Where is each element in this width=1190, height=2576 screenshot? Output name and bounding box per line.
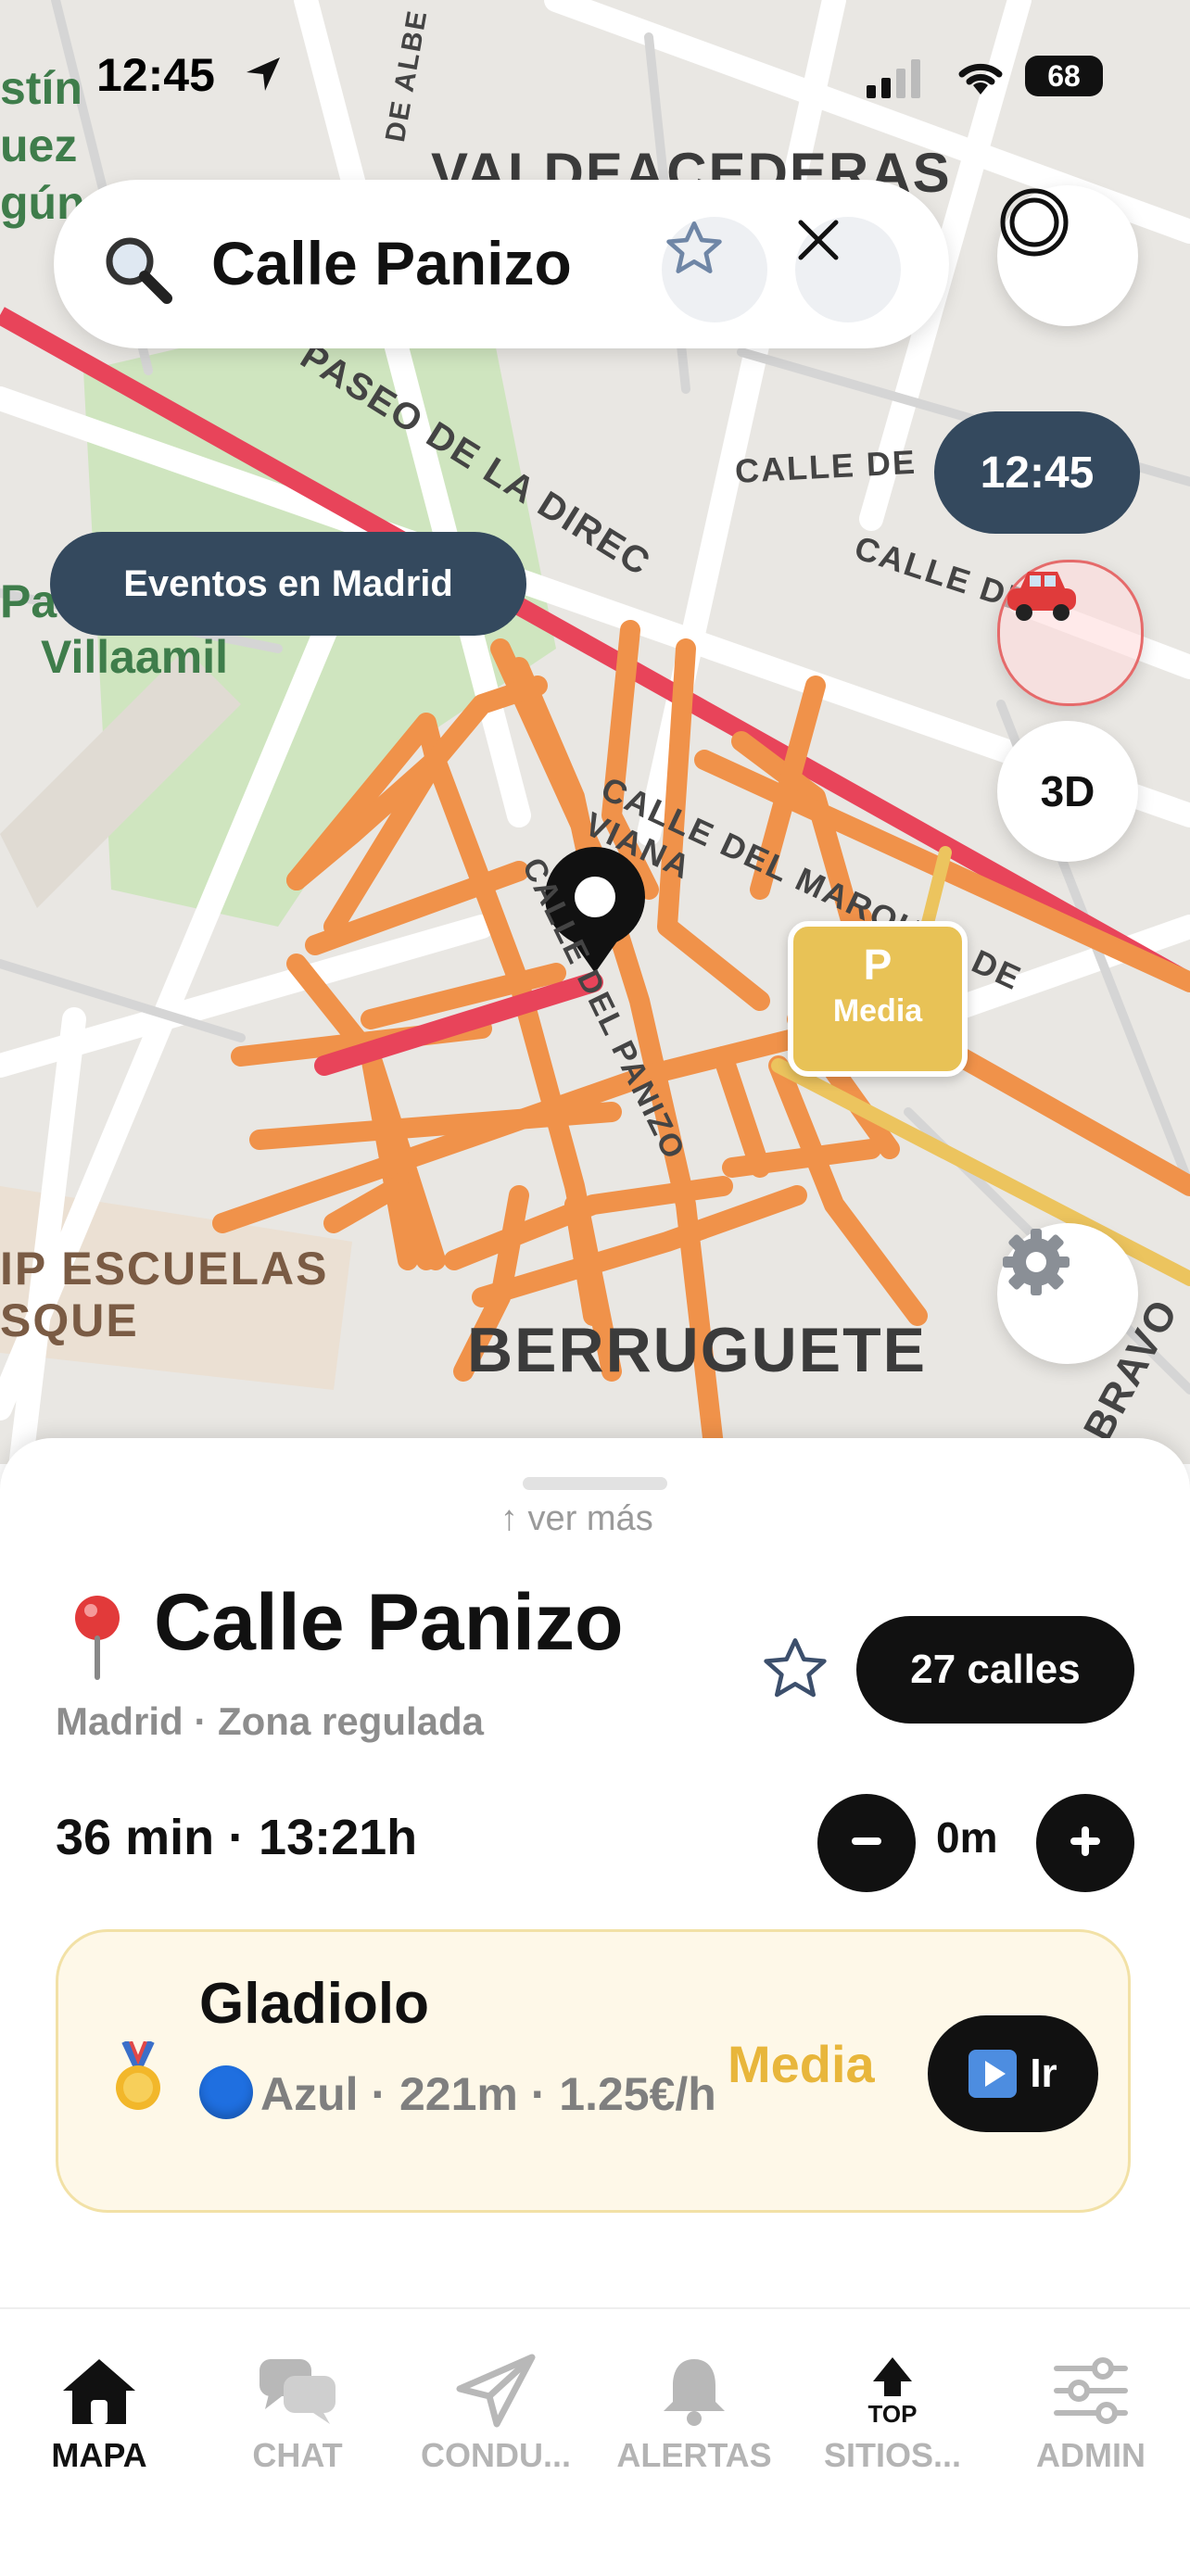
events-button[interactable]: Eventos en Madrid <box>50 532 526 636</box>
status-time: 12:45 <box>96 49 215 101</box>
favorite-button[interactable] <box>662 217 767 322</box>
favorite-place-button[interactable] <box>758 1633 832 1711</box>
minus-icon <box>848 1823 885 1864</box>
parking-letter: P <box>863 941 892 989</box>
settings-button[interactable] <box>997 1223 1138 1364</box>
tab-label: ADMIN <box>1036 2436 1146 2474</box>
view-3d-label: 3D <box>1040 767 1095 815</box>
traffic-alert-button[interactable] <box>997 560 1144 706</box>
area-label-berruguete: BERRUGUETE <box>467 1315 928 1385</box>
tab-map[interactable]: MAPA <box>0 2354 198 2475</box>
availability-level: Media <box>728 2035 875 2093</box>
tab-label: SITIOS... <box>823 2436 962 2474</box>
distance-value: 0m <box>936 1813 998 1862</box>
location-pin-icon <box>57 1592 137 1686</box>
top-icon: TOP <box>851 2354 934 2428</box>
search-bar[interactable]: Calle Panizo <box>54 180 949 348</box>
map-view[interactable]: VALDEACEDERAS BERRUGUETE IP ESCUELAS SQU… <box>0 0 1190 1464</box>
sliders-icon <box>1049 2357 1133 2431</box>
tab-label: MAPA <box>51 2436 147 2474</box>
tab-places[interactable]: TOP SITIOS... <box>793 2354 992 2475</box>
plus-icon <box>1067 1823 1104 1864</box>
eta-text: 36 min · 13:21h <box>56 1810 418 1865</box>
parking-level: Media <box>832 993 923 1029</box>
parking-suggestion-card[interactable]: Gladiolo Azul · 221m · 1.25€/h Media Ir <box>56 1929 1131 2213</box>
tab-bar: MAPA CHAT CONDU... ALERTAS TOP SITIOS...… <box>0 2307 1190 2576</box>
area-label-bosque: SQUE <box>0 1294 139 1346</box>
go-button[interactable]: Ir <box>928 2015 1098 2132</box>
top-icon-label: TOP <box>867 2400 918 2428</box>
increase-distance-button[interactable] <box>1036 1794 1134 1892</box>
tab-label: ALERTAS <box>616 2436 772 2474</box>
area-label-escuelas: IP ESCUELAS <box>0 1243 329 1294</box>
gold-medal-icon <box>110 2039 166 2120</box>
battery-indicator: 68 <box>1025 56 1103 96</box>
place-sheet[interactable]: ↑ ver más Calle Panizo Madrid · Zona reg… <box>0 1438 1190 2309</box>
see-more-link[interactable]: ↑ ver más <box>500 1499 653 1539</box>
tab-chat[interactable]: CHAT <box>198 2354 397 2475</box>
place-subtitle: Madrid · Zona regulada <box>56 1699 485 1743</box>
tab-admin[interactable]: ADMIN <box>992 2354 1190 2475</box>
parking-marker[interactable]: P Media <box>788 921 968 1077</box>
locate-button[interactable] <box>997 185 1138 326</box>
play-icon <box>968 2050 1018 2098</box>
home-icon <box>57 2359 141 2431</box>
tab-drive[interactable]: CONDU... <box>397 2354 595 2475</box>
suggested-street: Gladiolo <box>199 1972 429 2036</box>
bell-icon <box>652 2359 736 2431</box>
status-bar: 12:45 68 <box>0 0 1190 158</box>
decrease-distance-button[interactable] <box>817 1794 916 1892</box>
streets-count-button[interactable]: 27 calles <box>856 1616 1134 1724</box>
search-query[interactable]: Calle Panizo <box>211 228 572 298</box>
view-3d-button[interactable]: 3D <box>997 721 1138 862</box>
suggestion-details: Azul · 221m · 1.25€/h <box>199 2064 746 2125</box>
area-label-villaamil: Villaamil <box>41 631 228 683</box>
tab-label: CONDU... <box>421 2436 571 2474</box>
go-button-label: Ir <box>1030 2051 1057 2096</box>
place-title: Calle Panizo <box>154 1578 624 1667</box>
sheet-handle[interactable] <box>523 1477 667 1490</box>
tab-label: CHAT <box>252 2436 343 2474</box>
area-label-park: Pa <box>0 575 57 627</box>
star-outline-icon <box>758 1638 832 1711</box>
chat-icon <box>256 2359 339 2431</box>
clear-search-button[interactable] <box>795 217 901 322</box>
blue-zone-icon <box>199 2065 253 2119</box>
clock-pill[interactable]: 12:45 <box>934 411 1140 534</box>
suggestion-details-text: Azul · 221m · 1.25€/h <box>260 2068 716 2120</box>
tab-alerts[interactable]: ALERTAS <box>595 2354 793 2475</box>
send-icon <box>454 2354 538 2431</box>
